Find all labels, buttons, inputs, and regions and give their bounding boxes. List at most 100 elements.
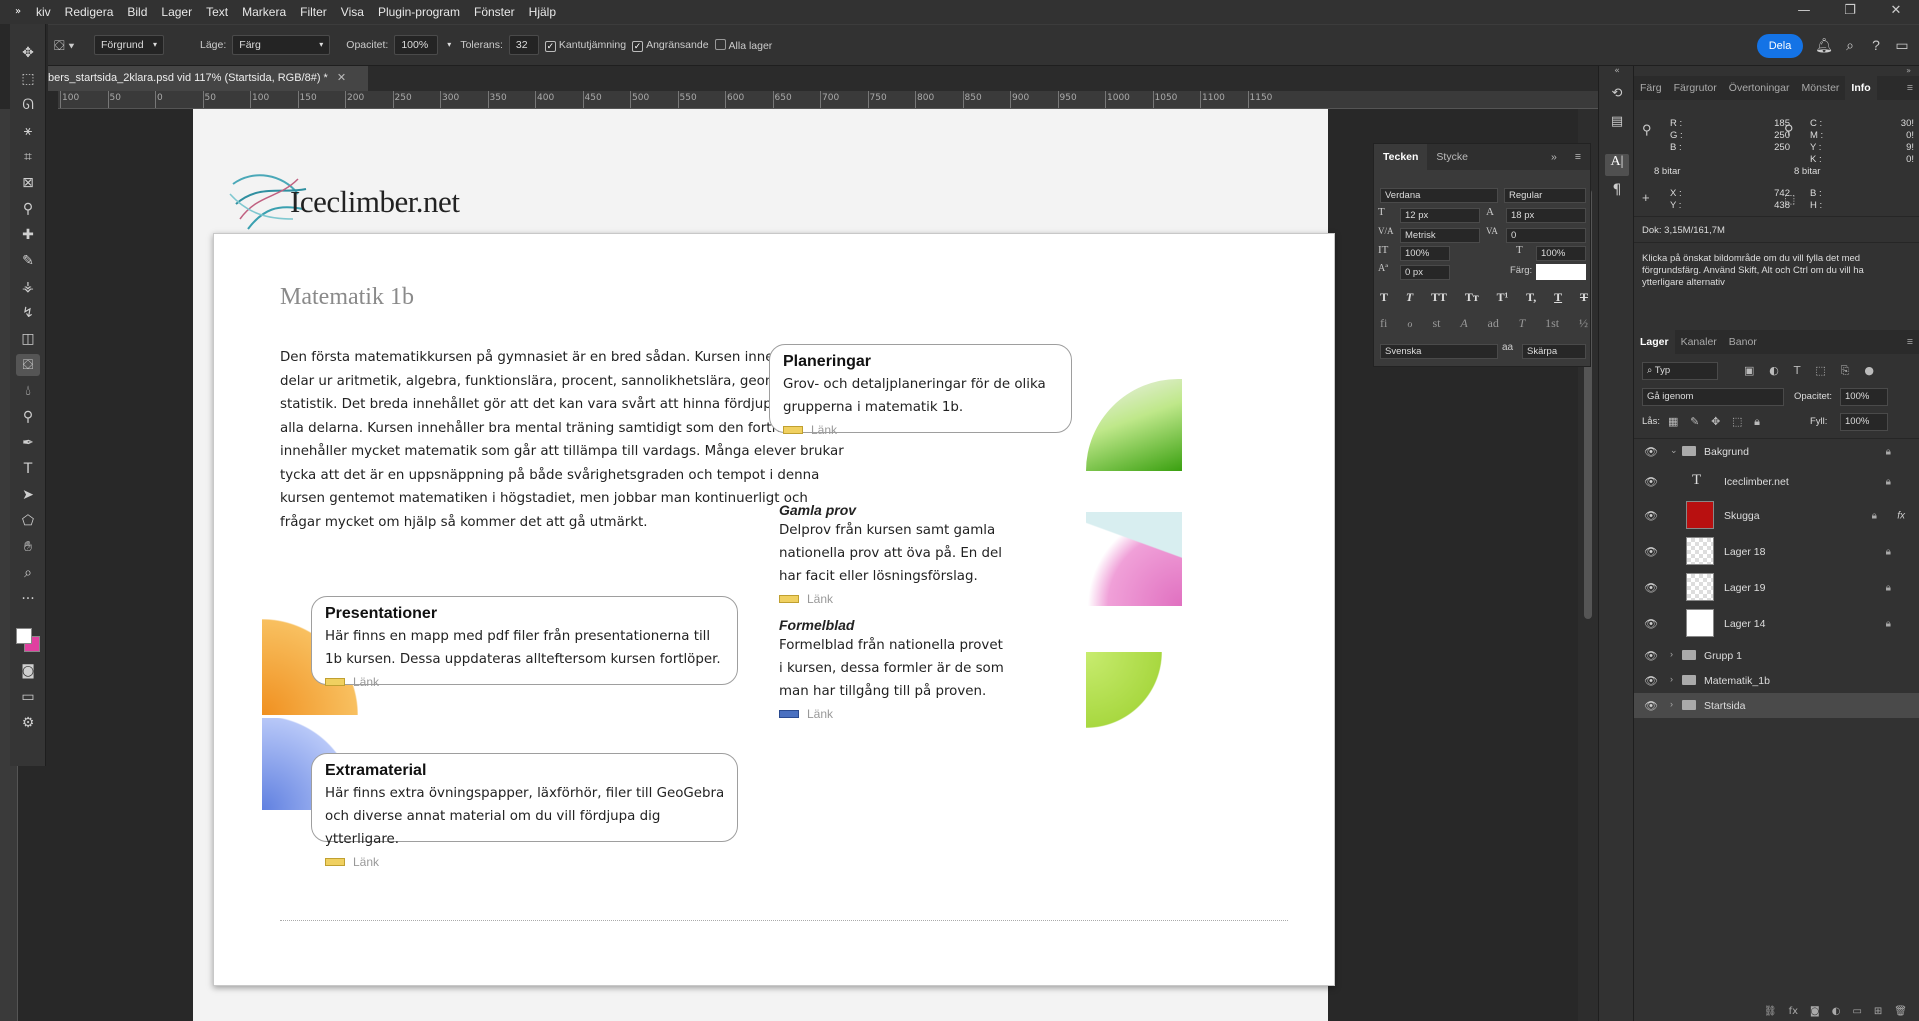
mode-select[interactable]: Färg ▾ [232,35,331,55]
lasso-tool-icon[interactable]: ᘏ [16,94,40,116]
antialias-select[interactable]: Skärpa [1522,344,1586,359]
menu-file[interactable]: kiv [36,5,58,19]
restore-icon[interactable]: ❐ [1827,0,1873,24]
stylistic-alt-button[interactable]: ad [1488,316,1499,331]
lock-position-icon[interactable]: ✥ [1711,415,1720,429]
add-style-icon[interactable]: fx [1789,1006,1798,1021]
healing-brush-tool-icon[interactable]: ✚ [16,224,40,246]
lock-transparent-icon[interactable]: ▦ [1668,415,1678,429]
tab-tecken[interactable]: Tecken [1374,144,1428,170]
comments-panel-icon[interactable]: ▤ [1607,114,1627,134]
tab-fargrutor[interactable]: Färgrutor [1668,82,1723,94]
all-caps-button[interactable]: TT [1431,290,1447,305]
search-icon[interactable]: ⌕ [1841,36,1859,54]
crop-tool-icon[interactable]: ⌗ [16,146,40,168]
panel-menu-icon[interactable]: ≡ [1566,151,1590,163]
filter-smart-icon[interactable]: ⎘ [1841,364,1850,378]
lock-all-icon[interactable]: 🔒︎ [1754,415,1760,429]
tab-kanaler[interactable]: Kanaler [1675,336,1723,348]
clone-stamp-tool-icon[interactable]: ⚶ [16,276,40,298]
link-extramaterial[interactable]: Länk [325,855,737,869]
zoom-tool-icon[interactable]: ⌕ [16,562,40,584]
panel-menu-icon[interactable]: ≡ [1901,336,1919,348]
history-brush-tool-icon[interactable]: ↯ [16,302,40,324]
layer-row-skugga[interactable]: 👁︎ Skugga 🔒︎ fx [1634,498,1919,534]
opacity-field[interactable]: 100% ▾ [394,35,451,55]
collapse-icon[interactable]: » [1542,151,1566,163]
box-planeringar[interactable]: Planeringar Grov- och detaljplaneringar … [769,344,1072,437]
paint-bucket-tool-icon[interactable]: ⛋ [16,354,40,376]
chevron-right-icon[interactable]: › [1670,699,1673,709]
vertical-scale-field[interactable]: 100% [1400,246,1450,261]
menu-window[interactable]: Fönster [467,5,522,19]
titling-button[interactable]: T [1519,316,1526,331]
visibility-eye-icon[interactable]: 👁︎ [1644,649,1658,662]
horizontal-scale-field[interactable]: 100% [1536,246,1586,261]
panel-menu-icon[interactable]: ≡ [1901,82,1919,94]
app-logo-icon[interactable]: » [0,0,36,24]
menu-edit[interactable]: Redigera [58,5,121,19]
link-presentationer[interactable]: Länk [325,675,737,689]
tab-banor[interactable]: Banor [1723,336,1763,348]
fx-icon[interactable]: fx [1897,511,1905,522]
underline-button[interactable]: T [1554,290,1562,305]
pen-tool-icon[interactable]: ✒ [16,432,40,454]
layer-row-grupp1[interactable]: 👁︎ › Grupp 1 [1634,643,1919,668]
filter-adjustment-icon[interactable]: ◐ [1769,364,1779,378]
foreground-color-swatch[interactable] [16,628,32,644]
layer-row-lager18[interactable]: 👁︎ Lager 18 🔒︎ [1634,534,1919,570]
all-layers-checkbox[interactable]: Alla lager [714,38,772,52]
visibility-eye-icon[interactable]: 👁︎ [1644,699,1658,712]
box-presentationer[interactable]: Presentationer Här finns en mapp med pdf… [311,596,738,689]
add-mask-icon[interactable]: ◙ [1810,1006,1820,1021]
layer-row-iceclimber[interactable]: 👁︎ T Iceclimber.net 🔒︎ [1634,465,1919,498]
close-window-icon[interactable]: ✕ [1873,0,1919,24]
faux-italic-button[interactable]: T [1406,290,1413,305]
menu-layer[interactable]: Lager [154,5,199,19]
font-family-select[interactable]: Verdana [1380,188,1498,203]
paragraph-panel-icon[interactable]: ¶ [1607,182,1627,202]
baseline-shift-field[interactable]: 0 px [1400,265,1450,280]
contextual-alt-button[interactable]: ℴ [1407,316,1413,331]
eyedropper-tool-icon[interactable]: ⚲ [16,198,40,220]
visibility-eye-icon[interactable]: 👁︎ [1644,618,1658,631]
link-layers-icon[interactable]: ⛓ [1764,1006,1777,1021]
chevron-right-icon[interactable]: › [1670,674,1673,684]
expand-panels-icon[interactable]: « [1599,66,1635,82]
marquee-tool-icon[interactable]: ⬚ [16,68,40,90]
eraser-tool-icon[interactable]: ◫ [16,328,40,350]
delete-layer-icon[interactable]: 🗑︎ [1894,1006,1907,1021]
fill-field[interactable]: 100% [1840,413,1888,431]
shape-tool-icon[interactable]: ⬠ [16,510,40,532]
canvas-area[interactable]: Iceclimber.net Matematik 1b Den första m… [18,109,1598,1021]
magic-wand-tool-icon[interactable]: ⚹ [16,120,40,142]
small-caps-button[interactable]: Tт [1465,290,1479,305]
tab-lager[interactable]: Lager [1634,330,1675,354]
menu-help[interactable]: Hjälp [522,5,563,19]
visibility-eye-icon[interactable]: 👁︎ [1644,475,1658,488]
link-formelblad[interactable]: Länk [779,707,1004,721]
brush-tool-icon[interactable]: ✎ [16,250,40,272]
lock-artboard-icon[interactable]: ⬚ [1732,415,1742,429]
new-layer-icon[interactable]: ⊞ [1874,1006,1882,1021]
hand-tool-icon[interactable]: ✋︎ [16,536,40,558]
more-tools-icon[interactable]: ··· [16,588,40,610]
edit-toolbar-icon[interactable]: ⚙ [16,712,40,734]
layer-row-bakgrund[interactable]: 👁︎ ⌄ Bakgrund 🔒︎ [1634,439,1919,465]
screen-mode-icon[interactable]: ▭ [16,686,40,708]
layer-filter-select[interactable]: ⌕ Typ [1642,362,1718,380]
visibility-eye-icon[interactable]: 👁︎ [1644,582,1658,595]
fill-source-select[interactable]: Förgrund ▾ [94,35,164,55]
font-size-field[interactable]: 12 px [1400,208,1480,223]
document-page[interactable]: Iceclimber.net Matematik 1b Den första m… [193,109,1335,1021]
fractions-button[interactable]: ½ [1579,316,1588,331]
move-tool-icon[interactable]: ✥ [16,42,40,64]
close-tab-icon[interactable]: ✕ [337,72,346,84]
subscript-button[interactable]: T, [1526,290,1536,305]
menu-plugins[interactable]: Plugin-program [371,5,467,19]
lock-pixels-icon[interactable]: ✎ [1690,415,1699,429]
new-group-icon[interactable]: ▭ [1852,1006,1861,1021]
language-select[interactable]: Svenska [1380,344,1498,359]
visibility-eye-icon[interactable]: 👁︎ [1644,446,1658,459]
filter-toggle-icon[interactable]: ● [1864,364,1874,378]
